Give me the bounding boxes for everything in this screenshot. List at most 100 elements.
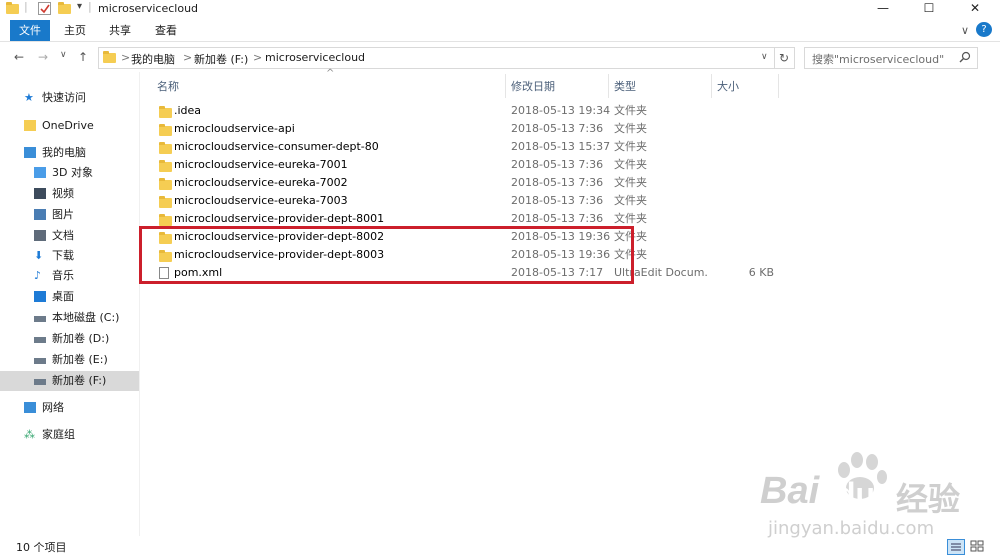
file-date: 2018-05-13 7:36 xyxy=(511,176,604,189)
sidebar-item[interactable]: 桌面 xyxy=(0,287,139,307)
star-icon: ★ xyxy=(24,91,34,104)
document-icon xyxy=(34,230,46,241)
file-row[interactable]: microcloudservice-eureka-7001 2018-05-13 … xyxy=(155,156,775,174)
sidebar-item-label: 3D 对象 xyxy=(52,166,93,179)
refresh-button[interactable]: ↻ xyxy=(774,47,795,69)
qat-customize-icon[interactable]: ▾ xyxy=(77,1,82,12)
search-placeholder: 搜索"microservicecloud" xyxy=(812,53,945,66)
sidebar-item[interactable]: 本地磁盘 (C:) xyxy=(0,308,139,328)
tab-file[interactable]: 文件 xyxy=(10,20,50,41)
computer-icon xyxy=(24,147,36,158)
breadcrumb-my-computer[interactable]: 我的电脑 xyxy=(131,51,175,67)
up-button[interactable]: ↑ xyxy=(78,50,88,64)
file-size: 6 KB xyxy=(748,266,774,279)
forward-button[interactable]: → xyxy=(38,50,48,64)
column-separator[interactable] xyxy=(778,74,779,98)
minimize-button[interactable]: — xyxy=(860,0,906,18)
close-button[interactable]: ✕ xyxy=(952,0,998,18)
qat-divider: | xyxy=(24,0,28,13)
baidu-watermark: Bai du 经验 jingyan.baidu.com xyxy=(760,450,990,550)
drive-icon xyxy=(34,379,46,385)
maximize-button[interactable]: ☐ xyxy=(906,0,952,18)
drive-icon xyxy=(34,316,46,322)
sidebar-item-label: 图片 xyxy=(52,208,74,221)
search-input[interactable]: 搜索"microservicecloud" xyxy=(804,47,978,69)
sidebar-item[interactable]: ♪ 音乐 xyxy=(0,266,139,286)
sidebar-item[interactable]: 新加卷 (F:) xyxy=(0,371,139,391)
tab-share[interactable]: 共享 xyxy=(100,20,140,41)
tab-view[interactable]: 查看 xyxy=(146,20,186,41)
sidebar-item[interactable]: 3D 对象 xyxy=(0,163,139,183)
sort-ascending-icon: ^ xyxy=(326,68,335,79)
sidebar-item[interactable]: 新加卷 (D:) xyxy=(0,329,139,349)
sidebar-item[interactable]: ⁂ 家庭组 xyxy=(0,425,139,445)
breadcrumb-drive-f[interactable]: 新加卷 (F:) xyxy=(194,51,248,67)
file-name: microcloudservice-eureka-7001 xyxy=(174,158,348,171)
column-separator[interactable] xyxy=(505,74,506,98)
file-row[interactable]: .idea 2018-05-13 19:34 文件夹 xyxy=(155,102,775,120)
address-dropdown-icon[interactable]: ∨ xyxy=(761,52,768,62)
sidebar-item[interactable]: 文档 xyxy=(0,226,139,246)
desktop-icon xyxy=(34,291,46,302)
network-icon xyxy=(24,402,36,413)
sidebar-item[interactable]: ⬇ 下载 xyxy=(0,246,139,266)
sidebar-item-label: 我的电脑 xyxy=(42,146,86,159)
column-header-date[interactable]: 修改日期 xyxy=(511,78,555,96)
sidebar-item-label: 文档 xyxy=(52,229,74,242)
file-date: 2018-05-13 7:36 xyxy=(511,194,604,207)
file-row[interactable]: microcloudservice-eureka-7002 2018-05-13 … xyxy=(155,174,775,192)
file-name: microcloudservice-consumer-dept-80 xyxy=(174,140,379,153)
file-date: 2018-05-13 15:37 xyxy=(511,140,611,153)
sidebar-item[interactable]: 网络 xyxy=(0,398,139,418)
column-separator[interactable] xyxy=(711,74,712,98)
ribbon-expand-icon[interactable]: ∨ xyxy=(958,20,972,41)
sidebar-item[interactable]: 新加卷 (E:) xyxy=(0,350,139,370)
file-date: 2018-05-13 19:34 xyxy=(511,104,611,117)
file-type: 文件夹 xyxy=(614,140,647,153)
file-row[interactable]: microcloudservice-eureka-7003 2018-05-13 … xyxy=(155,192,775,210)
file-type: 文件夹 xyxy=(614,176,647,189)
breadcrumb-sep[interactable]: > xyxy=(183,51,192,64)
sidebar-item[interactable]: ★ 快速访问 xyxy=(0,88,139,108)
tab-home[interactable]: 主页 xyxy=(55,20,95,41)
sidebar-item[interactable]: 视频 xyxy=(0,184,139,204)
recent-locations-button[interactable]: ∨ xyxy=(60,50,67,60)
sidebar-item[interactable]: 图片 xyxy=(0,205,139,225)
title-divider: | xyxy=(88,0,92,13)
help-icon[interactable]: ? xyxy=(976,22,992,37)
sidebar-item-label: 网络 xyxy=(42,401,64,414)
folder-icon xyxy=(6,2,19,17)
file-row[interactable]: microcloudservice-consumer-dept-80 2018-0… xyxy=(155,138,775,156)
breadcrumb-sep[interactable]: > xyxy=(253,51,262,64)
pane-divider[interactable] xyxy=(139,72,140,536)
file-row[interactable]: microcloudservice-api 2018-05-13 7:36 文件夹 xyxy=(155,120,775,138)
column-separator[interactable] xyxy=(608,74,609,98)
column-header-name[interactable]: 名称 xyxy=(157,78,179,96)
sidebar-item[interactable]: OneDrive xyxy=(0,116,139,136)
sidebar-item-label: 家庭组 xyxy=(42,428,75,441)
breadcrumb-sep[interactable]: > xyxy=(121,51,130,64)
picture-icon xyxy=(34,209,46,220)
sidebar-item-label: 本地磁盘 (C:) xyxy=(52,311,120,324)
sidebar-item-label: OneDrive xyxy=(42,119,94,132)
watermark-brand2: du xyxy=(836,476,876,512)
item-count: 10 个项目 xyxy=(16,541,67,554)
sidebar-item-label: 音乐 xyxy=(52,269,74,282)
breadcrumb-microservicecloud[interactable]: microservicecloud xyxy=(265,51,365,64)
video-icon xyxy=(34,188,46,199)
folder-icon xyxy=(24,120,36,131)
column-header-size[interactable]: 大小 xyxy=(717,78,739,96)
column-header-type[interactable]: 类型 xyxy=(614,78,636,96)
back-button[interactable]: ← xyxy=(14,50,24,64)
address-bar[interactable]: > 我的电脑 > 新加卷 (F:) > microservicecloud ∨ xyxy=(98,47,775,69)
file-type: 文件夹 xyxy=(614,194,647,207)
file-date: 2018-05-13 7:36 xyxy=(511,122,604,135)
file-date: 2018-05-13 7:36 xyxy=(511,158,604,171)
properties-icon[interactable] xyxy=(38,2,51,15)
sidebar-item-label: 新加卷 (E:) xyxy=(52,353,108,366)
sidebar-item[interactable]: 我的电脑 xyxy=(0,143,139,163)
highlight-annotation xyxy=(139,226,634,284)
search-icon[interactable] xyxy=(959,51,971,66)
new-folder-icon[interactable] xyxy=(58,2,71,17)
sidebar-item-label: 视频 xyxy=(52,187,74,200)
